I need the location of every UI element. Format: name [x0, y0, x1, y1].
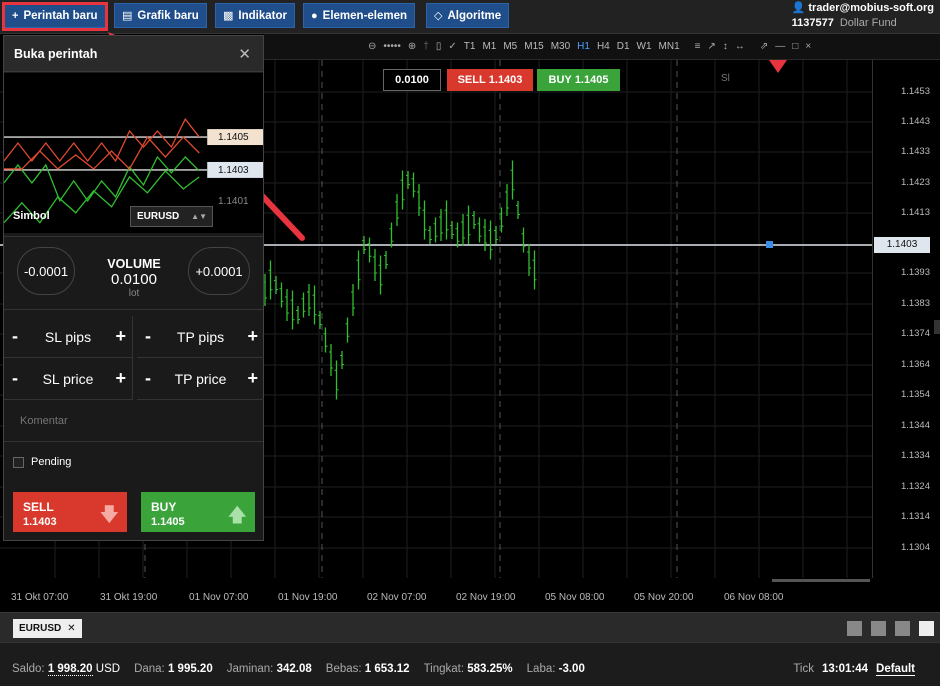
sl-pips-stepper[interactable]: - SL pips + [4, 316, 133, 358]
profile-select[interactable]: Default [876, 663, 915, 676]
chart-tabs-bar: EURUSD ✕ [0, 612, 940, 642]
select-arrows-icon: ▲▼ [191, 212, 207, 221]
dana-stat: Dana: 1 995.20 [134, 663, 213, 675]
sl-price-label: SL price [42, 370, 94, 387]
volume-display[interactable]: VOLUME 0.0100 lot [84, 257, 184, 299]
symbol-value: EURUSD [137, 211, 180, 222]
layout-columns-icon[interactable] [895, 621, 910, 636]
status-bar: Saldo: 1 998.20 USD Dana: 1 995.20 Jamin… [0, 642, 940, 686]
sl-price-stepper[interactable]: - SL price + [4, 358, 133, 400]
layout-grid-icon[interactable] [871, 621, 886, 636]
sl-price-plus-button[interactable]: + [115, 368, 126, 389]
order-panel-header: Buka perintah ✕ [4, 36, 263, 72]
symbol-select[interactable]: EURUSD ▲▼ [130, 206, 213, 227]
bebas-stat: Bebas: 1 653.12 [326, 663, 410, 675]
buy-price: 1.1405 [151, 516, 185, 528]
pending-row[interactable]: Pending [13, 456, 71, 468]
volume-value: 0.0100 [111, 271, 157, 288]
tab-eurusd[interactable]: EURUSD ✕ [13, 619, 82, 638]
tingkat-stat: Tingkat: 583.25% [424, 663, 513, 675]
order-panel: Buka perintah ✕ 1.1405 1.1403 1.1401 Sim… [3, 35, 264, 541]
layout-rows-icon[interactable] [919, 621, 934, 636]
jaminan-stat: Jaminan: 342.08 [227, 663, 312, 675]
arrow-down-icon: 🡇 [99, 505, 119, 526]
tp-price-plus-button[interactable]: + [247, 368, 258, 389]
tp-pips-stepper[interactable]: - TP pips + [137, 316, 264, 358]
pending-label: Pending [31, 456, 72, 468]
order-panel-title: Buka perintah [14, 47, 98, 61]
close-icon[interactable]: ✕ [238, 45, 251, 63]
jaminan-label: Jaminan: [226, 663, 274, 675]
tp-pips-plus-button[interactable]: + [247, 326, 258, 347]
tab-close-icon[interactable]: ✕ [67, 623, 75, 634]
laba-value: -3.00 [558, 663, 585, 675]
volume-increase-button[interactable]: +0.0001 [188, 247, 250, 295]
tp-pips-minus-button[interactable]: - [145, 326, 151, 347]
buy-label: BUY [151, 500, 177, 514]
sl-pips-minus-button[interactable]: - [12, 326, 18, 347]
bebas-value: 1 653.12 [364, 663, 410, 675]
saldo-label: Saldo: [12, 663, 45, 675]
buy-button[interactable]: BUY 1.1405 🡅 [141, 492, 255, 532]
tab-eurusd-label: EURUSD [19, 623, 62, 634]
tingkat-value: 583.25% [467, 663, 513, 675]
sl-pips-label: SL pips [44, 328, 92, 345]
tp-pips-label: TP pips [176, 328, 225, 345]
side-panel-toggle[interactable] [934, 320, 940, 334]
bebas-label: Bebas: [325, 663, 362, 675]
sell-label: SELL [23, 500, 54, 514]
laba-stat: Laba: -3.00 [527, 663, 585, 675]
pending-checkbox[interactable] [13, 456, 24, 468]
tick-time: 13:01:44 [821, 663, 869, 675]
saldo-value: 1 998.20 [47, 663, 93, 676]
tp-price-stepper[interactable]: - TP price + [137, 358, 264, 400]
laba-label: Laba: [526, 663, 556, 675]
volume-decrease-button[interactable]: -0.0001 [17, 247, 75, 295]
sell-price: 1.1403 [23, 516, 57, 528]
mini-bid-price: 1.1403 [218, 165, 249, 176]
tick-label: Tick [793, 663, 814, 675]
tick-info: Tick 13:01:44 Default [793, 663, 915, 676]
saldo-currency: USD [95, 663, 121, 675]
volume-section: -0.0001 VOLUME 0.0100 lot +0.0001 [4, 236, 263, 310]
dana-label: Dana: [134, 663, 165, 675]
volume-label: VOLUME [107, 257, 161, 271]
volume-unit: lot [128, 288, 140, 299]
jaminan-value: 342.08 [276, 663, 312, 675]
tingkat-label: Tingkat: [423, 663, 465, 675]
symbol-label: Simbol [13, 210, 50, 222]
sell-button[interactable]: SELL 1.1403 🡇 [13, 492, 127, 532]
sl-price-minus-button[interactable]: - [12, 368, 18, 389]
account-summary: Saldo: 1 998.20 USD Dana: 1 995.20 Jamin… [12, 663, 585, 676]
tp-price-minus-button[interactable]: - [145, 368, 151, 389]
dana-value: 1 995.20 [167, 663, 213, 675]
mini-ask-price: 1.1405 [218, 132, 249, 143]
arrow-up-icon: 🡅 [227, 505, 247, 526]
saldo-stat: Saldo: 1 998.20 USD [12, 663, 121, 676]
tp-price-label: TP price [174, 370, 227, 387]
sl-pips-plus-button[interactable]: + [115, 326, 126, 347]
comment-input[interactable] [4, 400, 263, 442]
mini-low-price: 1.1401 [218, 196, 249, 207]
layout-switcher [847, 621, 934, 636]
layout-single-icon[interactable] [847, 621, 862, 636]
